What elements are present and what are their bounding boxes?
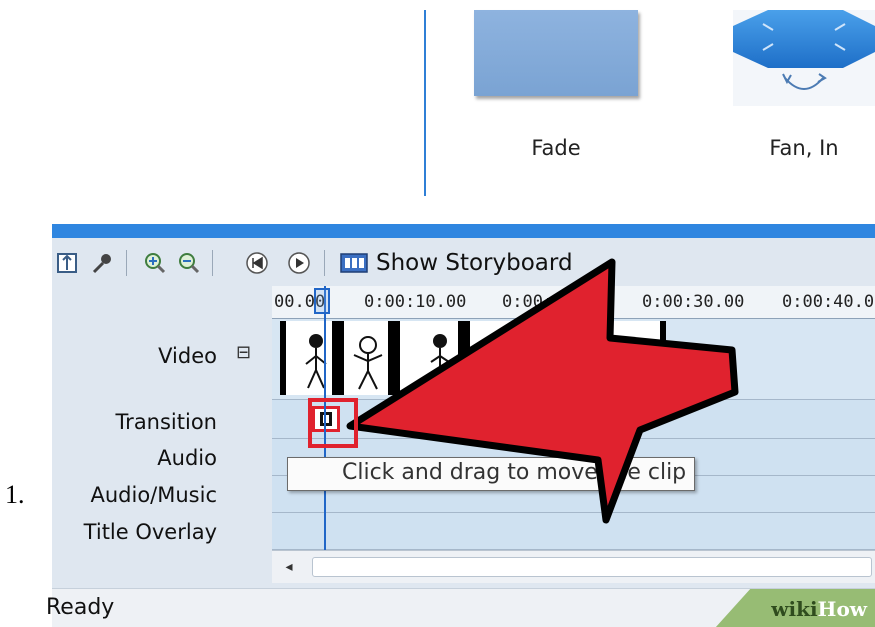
timeline-area[interactable]: 00.00 0:00:10.00 0:00:20.00 0:00:30.00 0…: [272, 286, 875, 578]
transition-track[interactable]: [272, 400, 875, 439]
track-label-audio: Audio: [157, 446, 217, 470]
drag-tooltip: Click and drag to move the clip: [287, 457, 695, 491]
fan-in-transition-thumbnail[interactable]: [733, 10, 875, 106]
title-overlay-track[interactable]: [272, 513, 875, 550]
scroll-left-button[interactable]: ◂: [272, 551, 306, 583]
horizontal-scrollbar[interactable]: ◂: [272, 550, 875, 583]
zoom-out-icon[interactable]: [176, 250, 202, 276]
track-label-transition: Transition: [115, 410, 217, 434]
track-label-audio-music: Audio/Music: [90, 483, 217, 507]
toolbar-separator: [324, 250, 325, 276]
storyboard-icon: [340, 253, 368, 273]
wikihow-illustration: 1. Fade Fan, In Show Storyboard Video ⊟ …: [0, 0, 875, 627]
rewind-icon[interactable]: [244, 250, 270, 276]
video-track[interactable]: [272, 319, 875, 400]
video-track-label: Video: [158, 344, 217, 368]
zoom-in-icon[interactable]: [142, 250, 168, 276]
video-clip[interactable]: [394, 321, 464, 395]
show-storyboard-button[interactable]: Show Storyboard: [340, 248, 573, 278]
fade-transition-thumbnail[interactable]: [474, 10, 638, 96]
wikihow-watermark: wiki How: [715, 589, 875, 627]
show-storyboard-label: Show Storyboard: [376, 250, 573, 276]
video-clip[interactable]: [280, 321, 338, 395]
timeline-mode-icon[interactable]: [54, 250, 80, 276]
playhead-line: [324, 286, 326, 578]
panel-divider: [424, 10, 426, 196]
video-clip[interactable]: [604, 321, 666, 395]
track-label-video: Video: [158, 344, 217, 368]
tooltip-text: Click and drag to move the clip: [342, 460, 687, 485]
ruler-label: 0:00:30.00: [642, 292, 745, 312]
play-icon[interactable]: [286, 250, 312, 276]
playhead-handle[interactable]: [314, 288, 330, 314]
timeline-ruler[interactable]: 00.00 0:00:10.00 0:00:20.00 0:00:30.00 0…: [272, 286, 875, 319]
list-marker: 1.: [5, 480, 25, 509]
ruler-label: 0:00:10.00: [364, 292, 467, 312]
track-label-title-overlay: Title Overlay: [83, 520, 217, 544]
transitions-panel: Fade Fan, In: [0, 0, 875, 222]
transition-clip-icon[interactable]: [312, 406, 340, 432]
scroll-thumb[interactable]: [312, 557, 872, 577]
ruler-label: 0:00:20.00: [502, 292, 605, 312]
fade-transition-label: Fade: [531, 136, 581, 160]
fan-in-preview-icon: [733, 10, 875, 90]
ruler-label: 0:00:40.00: [782, 292, 875, 312]
collapse-video-icon[interactable]: ⊟: [236, 342, 251, 363]
microphone-icon[interactable]: [90, 250, 116, 276]
fan-in-transition-label: Fan, In: [769, 136, 839, 160]
status-bar: Ready wiki How: [46, 588, 875, 627]
toolbar-separator: [212, 250, 213, 276]
window-accent-bar: [52, 224, 875, 238]
video-clip[interactable]: [534, 321, 604, 395]
timeline-toolbar: Show Storyboard: [52, 238, 875, 286]
wikihow-how-text: How: [817, 596, 867, 621]
wikihow-wiki-text: wiki: [771, 596, 818, 621]
toolbar-separator: [126, 250, 127, 276]
timeline-editor: Show Storyboard Video ⊟ Transition Audio…: [52, 238, 875, 588]
video-clip[interactable]: [464, 321, 534, 395]
video-clip[interactable]: [338, 321, 394, 395]
status-text: Ready: [46, 595, 115, 620]
